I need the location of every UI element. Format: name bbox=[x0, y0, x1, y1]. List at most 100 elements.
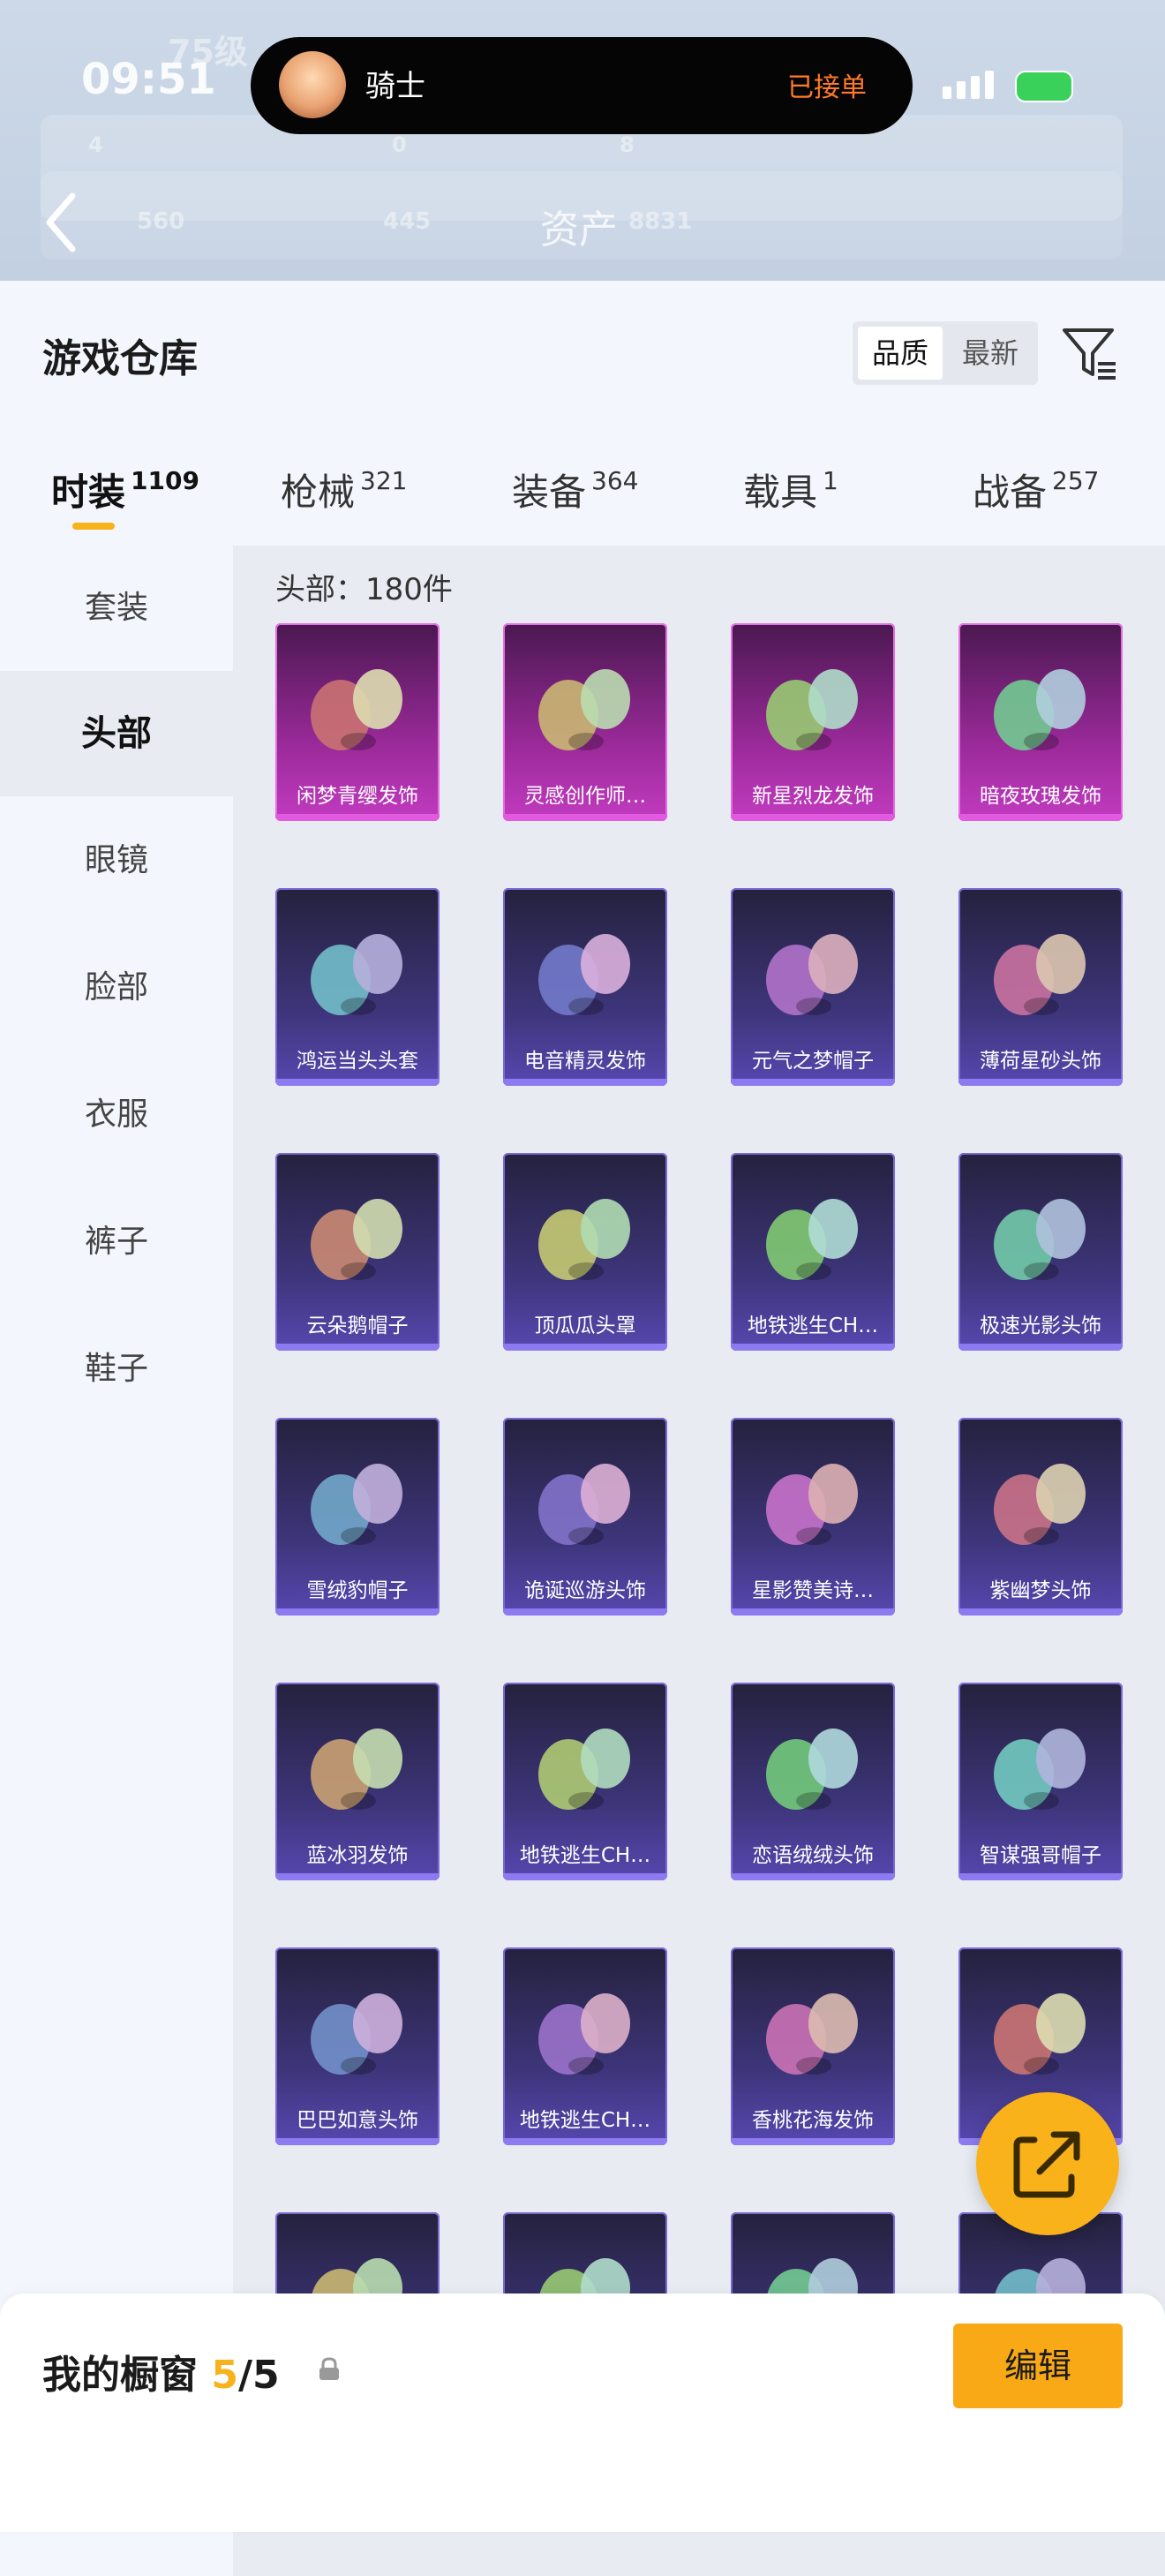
item-thumbnail bbox=[519, 644, 651, 768]
item-card[interactable]: 薄荷星砂头饰 bbox=[958, 888, 1123, 1086]
stat: 0 bbox=[392, 132, 407, 157]
rarity-bar bbox=[731, 1344, 895, 1351]
item-card[interactable]: 云朵鹅帽子 bbox=[275, 1153, 440, 1351]
rarity-bar bbox=[275, 1608, 440, 1616]
item-card[interactable]: 元气之梦帽子 bbox=[731, 888, 895, 1086]
tab-vehicles[interactable]: 载具 1 bbox=[743, 463, 838, 516]
tab-count: 364 bbox=[591, 466, 639, 495]
item-name: 星影赞美诗… bbox=[752, 1579, 874, 1602]
showcase-title: 我的橱窗 5/5 bbox=[42, 2343, 280, 2399]
signal-icon bbox=[943, 71, 999, 99]
item-card[interactable]: 顶瓜瓜头罩 bbox=[503, 1153, 667, 1351]
page-title: 资产 bbox=[540, 207, 618, 252]
rarity-bar bbox=[503, 1344, 667, 1351]
tab-label: 载具 bbox=[743, 471, 818, 514]
item-name: 元气之梦帽子 bbox=[752, 1050, 874, 1073]
rarity-bar bbox=[275, 1344, 440, 1351]
stat: 8 bbox=[620, 132, 635, 157]
item-name: 电音精灵发饰 bbox=[524, 1050, 646, 1073]
item-name: 香桃花海发饰 bbox=[752, 2109, 874, 2132]
tab-fashion[interactable]: 时装 1109 bbox=[51, 463, 199, 516]
share-icon bbox=[1013, 2131, 1080, 2198]
item-thumbnail bbox=[519, 1174, 651, 1298]
edit-button[interactable]: 编辑 bbox=[953, 2324, 1123, 2408]
item-thumbnail bbox=[291, 644, 424, 768]
item-thumbnail bbox=[974, 909, 1107, 1033]
item-card[interactable]: 闲梦青缨发饰 bbox=[275, 623, 440, 821]
share-button[interactable] bbox=[976, 2092, 1119, 2235]
item-card[interactable]: 地铁逃生CH… bbox=[731, 1153, 895, 1351]
tab-guns[interactable]: 枪械 321 bbox=[281, 463, 407, 516]
item-card[interactable]: 电音精灵发饰 bbox=[503, 888, 667, 1086]
sidebar-item-pants[interactable]: 裤子 bbox=[0, 1179, 233, 1305]
item-thumbnail bbox=[747, 644, 879, 768]
item-card[interactable]: 星影赞美诗… bbox=[731, 1418, 895, 1616]
item-card[interactable]: 雪绒豹帽子 bbox=[275, 1418, 440, 1616]
item-name: 新星烈龙发饰 bbox=[752, 785, 874, 808]
item-name: 诡诞巡游头饰 bbox=[524, 1579, 646, 1602]
item-card[interactable]: 灵感创作师… bbox=[503, 623, 667, 821]
stat: 8831 bbox=[628, 208, 693, 235]
rarity-bar bbox=[731, 814, 895, 821]
rarity-bar bbox=[731, 2138, 895, 2145]
sort-newest-button[interactable]: 最新 bbox=[948, 327, 1033, 380]
item-thumbnail bbox=[291, 1704, 424, 1827]
item-thumbnail bbox=[291, 1174, 424, 1298]
tab-supplies[interactable]: 战备 257 bbox=[973, 463, 1099, 516]
item-card[interactable]: 鸿运当头头套 bbox=[275, 888, 440, 1086]
sidebar-item-head[interactable]: 头部 bbox=[0, 671, 233, 796]
item-name: 顶瓜瓜头罩 bbox=[534, 1314, 636, 1337]
rarity-bar bbox=[731, 1608, 895, 1616]
live-activity-name: 骑士 bbox=[365, 69, 425, 104]
item-thumbnail bbox=[519, 1439, 651, 1563]
tab-equipment[interactable]: 装备 364 bbox=[512, 463, 638, 516]
item-thumbnail bbox=[747, 1174, 879, 1298]
item-thumbnail bbox=[519, 909, 651, 1033]
stat: 445 bbox=[383, 208, 432, 235]
rarity-bar bbox=[275, 2138, 440, 2145]
item-card[interactable]: 暗夜玫瑰发饰 bbox=[958, 623, 1123, 821]
rarity-bar bbox=[731, 1079, 895, 1086]
back-icon[interactable] bbox=[37, 187, 90, 258]
item-card[interactable]: 诡诞巡游头饰 bbox=[503, 1418, 667, 1616]
item-thumbnail bbox=[974, 1439, 1107, 1563]
tab-active-indicator bbox=[72, 523, 115, 530]
item-card[interactable]: 极速光影头饰 bbox=[958, 1153, 1123, 1351]
item-card[interactable]: 恋语绒绒头饰 bbox=[731, 1683, 895, 1880]
showcase-current: 5 bbox=[211, 2353, 238, 2398]
item-card[interactable]: 新星烈龙发饰 bbox=[731, 623, 895, 821]
item-card[interactable]: 地铁逃生CH… bbox=[503, 1947, 667, 2145]
filter-icon[interactable] bbox=[1059, 323, 1121, 385]
sort-quality-button[interactable]: 品质 bbox=[858, 327, 943, 380]
live-activity[interactable]: 骑士 已接单 bbox=[251, 37, 913, 134]
sidebar-item-clothes[interactable]: 衣服 bbox=[0, 1052, 233, 1178]
stat: 4 bbox=[88, 132, 103, 157]
sidebar-item-shoes[interactable]: 鞋子 bbox=[0, 1307, 233, 1432]
item-card[interactable]: 巴巴如意头饰 bbox=[275, 1947, 440, 2145]
battery-icon bbox=[1015, 71, 1073, 102]
item-card[interactable]: 地铁逃生CH… bbox=[503, 1683, 667, 1880]
item-card[interactable]: 智谋强哥帽子 bbox=[958, 1683, 1123, 1880]
status-time: 09:51 bbox=[81, 55, 216, 104]
rarity-bar bbox=[503, 1873, 667, 1880]
sidebar: 套装 头部 眼镜 脸部 衣服 裤子 鞋子 bbox=[0, 546, 233, 2576]
item-card[interactable]: 香桃花海发饰 bbox=[731, 1947, 895, 2145]
sidebar-item-glasses[interactable]: 眼镜 bbox=[0, 798, 233, 923]
item-thumbnail bbox=[974, 1174, 1107, 1298]
item-card[interactable]: 紫幽梦头饰 bbox=[958, 1418, 1123, 1616]
item-name: 地铁逃生CH… bbox=[519, 2109, 651, 2132]
avatar bbox=[279, 51, 346, 118]
sidebar-item-face[interactable]: 脸部 bbox=[0, 925, 233, 1051]
item-thumbnail bbox=[747, 909, 879, 1033]
lock-icon bbox=[318, 2357, 341, 2382]
rarity-bar bbox=[958, 1079, 1123, 1086]
item-name: 暗夜玫瑰发饰 bbox=[980, 785, 1101, 808]
item-name: 鸿运当头头套 bbox=[297, 1050, 418, 1073]
sidebar-item-suits[interactable]: 套装 bbox=[0, 546, 233, 671]
tab-count: 257 bbox=[1052, 466, 1100, 495]
item-thumbnail bbox=[974, 1969, 1107, 2092]
tab-count: 1 bbox=[823, 466, 838, 495]
rarity-bar bbox=[275, 1079, 440, 1086]
item-card[interactable]: 蓝冰羽发饰 bbox=[275, 1683, 440, 1880]
item-thumbnail bbox=[519, 1704, 651, 1827]
